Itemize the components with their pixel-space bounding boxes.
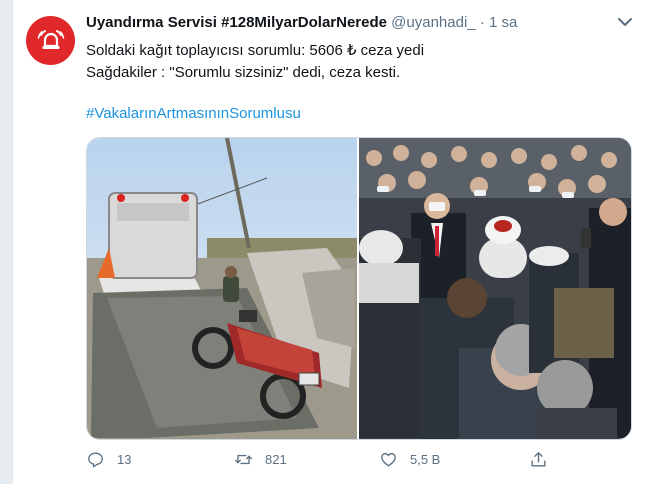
like-button[interactable]: 5,5 B [379,450,440,469]
reply-button[interactable]: 13 [86,450,131,469]
like-count: 5,5 B [410,452,441,467]
reply-count: 13 [117,452,132,467]
heart-icon [381,452,396,467]
retweet-button[interactable]: 821 [234,450,287,469]
timestamp[interactable]: 1 sa [489,14,517,31]
photo-tow-truck[interactable] [87,138,359,439]
hashtag-link[interactable]: #VakalarınArtmasınınSorumlusu [86,105,301,122]
tweet-card[interactable]: Uyandırma Servisi #128MilyarDolarNerede … [12,0,652,484]
more-button[interactable] [613,10,637,34]
user-handle[interactable]: @uyanhadi_ [391,14,475,31]
tow-truck-photo [87,138,357,439]
tweet-actions: 13 821 5,5 B [86,446,626,480]
share-icon [531,452,546,467]
avatar[interactable] [26,16,75,65]
tweet-text: Soldaki kağıt toplayıcısı sorumlu: 5606 … [86,42,425,81]
share-button[interactable] [529,450,560,469]
tweet-header: Uyandırma Servisi #128MilyarDolarNerede … [86,14,517,31]
separator-dot: · [479,14,485,31]
retweet-icon [234,454,253,465]
more-icon [618,18,632,26]
retweet-count: 821 [265,452,287,467]
crowd-photo [359,138,631,439]
reply-icon [88,452,103,468]
alarm-bell-icon [37,29,64,49]
photo-crowd[interactable] [359,138,631,439]
display-name[interactable]: Uyandırma Servisi #128MilyarDolarNerede [86,14,387,31]
media-grid [86,137,632,440]
